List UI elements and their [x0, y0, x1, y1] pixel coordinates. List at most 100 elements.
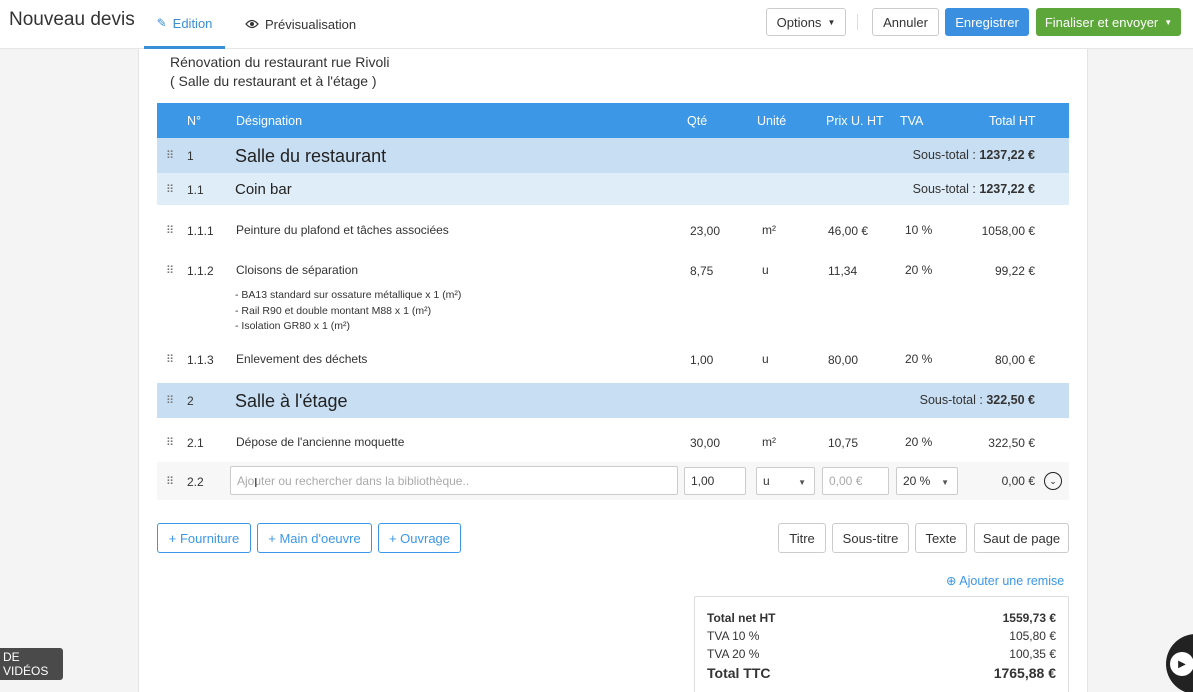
subtotal-value: 322,50 €	[986, 393, 1035, 407]
tab-edition[interactable]: ✎ Edition	[144, 0, 225, 49]
drag-handle-icon[interactable]: ⠿	[166, 353, 174, 366]
subtotal-label: Sous-total :	[919, 393, 983, 407]
item-tva: 20 %	[905, 263, 933, 277]
subtotal-label: Sous-total :	[912, 182, 976, 196]
total-ttc-label: Total TTC	[707, 665, 771, 681]
add-discount-label: Ajouter une remise	[959, 574, 1065, 588]
unit-select[interactable]: u ▼	[756, 467, 815, 495]
item-total: 99,22 €	[994, 264, 1035, 278]
item-designation: Dépose de l'ancienne moquette	[236, 435, 405, 449]
item-num: 1.1.1	[187, 224, 214, 238]
item-detail-line: - BA13 standard sur ossature métallique …	[235, 289, 462, 301]
table-row[interactable]: ⠿ 1.1.2 Cloisons de séparation 8,75 u 11…	[157, 255, 1069, 335]
save-button[interactable]: Enregistrer	[945, 8, 1029, 36]
drag-handle-icon[interactable]: ⠿	[166, 183, 174, 196]
item-designation: Enlevement des déchets	[236, 352, 368, 366]
item-unit: u	[762, 263, 769, 277]
item-qty: 1,00	[690, 353, 714, 367]
section-title: Salle à l'étage	[235, 391, 348, 411]
table-row[interactable]: ⠿ 1.1.1 Peinture du plafond et tâches as…	[157, 215, 1069, 245]
tab-preview[interactable]: Prévisualisation	[245, 0, 356, 49]
page-break-button[interactable]: Saut de page	[974, 523, 1069, 553]
text-cursor-icon: I	[254, 475, 258, 490]
table-header: N° Désignation Qté Unité Prix U. HT TVA …	[157, 103, 1069, 138]
item-tva: 20 %	[905, 352, 933, 366]
section-num: 1	[187, 149, 194, 163]
subsection-subtotal: Sous-total : 1237,22 €	[913, 182, 1035, 196]
add-text-button[interactable]: Texte	[915, 523, 967, 553]
col-tva: TVA	[900, 114, 924, 128]
subtotal-value: 1237,22 €	[979, 182, 1035, 196]
project-subtitle: ( Salle du restaurant et à l'étage )	[170, 73, 377, 89]
subsection-row[interactable]: ⠿ 1.1 Coin bar Sous-total : 1237,22 €	[157, 173, 1069, 205]
drag-handle-icon[interactable]: ⠿	[166, 149, 174, 162]
play-icon: ▶	[1170, 652, 1193, 676]
page-title: Nouveau devis	[9, 9, 135, 30]
add-title-button[interactable]: Titre	[778, 523, 826, 553]
item-qty: 30,00	[690, 436, 721, 450]
drag-handle-icon[interactable]: ⠿	[166, 224, 174, 237]
section-row[interactable]: ⠿ 1 Salle du restaurant Sous-total : 123…	[157, 138, 1069, 173]
toolbar-divider	[857, 14, 858, 30]
item-qty: 23,00	[690, 224, 721, 238]
item-designation: Peinture du plafond et tâches associées	[236, 223, 449, 237]
col-designation: Désignation	[236, 114, 303, 128]
add-work-button[interactable]: + Ouvrage	[378, 523, 461, 553]
item-price: 80,00	[828, 353, 859, 367]
total-net-ht-value: 1559,73 €	[1002, 611, 1056, 625]
table-row[interactable]: ⠿ 2.1 Dépose de l'ancienne moquette 30,0…	[157, 427, 1069, 457]
item-total: 0,00 €	[1001, 474, 1035, 488]
chevron-down-circle-icon[interactable]: ⌄	[1044, 472, 1062, 490]
price-input[interactable]: 0,00 €	[822, 467, 889, 495]
tva-select[interactable]: 20 % ▼	[896, 467, 958, 495]
item-total: 322,50 €	[988, 436, 1035, 450]
item-num: 2.2	[187, 475, 204, 489]
item-detail-line: - Isolation GR80 x 1 (m²)	[235, 320, 350, 332]
section-subtotal: Sous-total : 1237,22 €	[913, 148, 1035, 162]
add-labor-button[interactable]: + Main d'oeuvre	[257, 523, 372, 553]
add-supply-button[interactable]: + Fourniture	[157, 523, 251, 553]
item-price: 46,00 €	[828, 224, 869, 238]
table-row[interactable]: ⠿ 1.1.3 Enlevement des déchets 1,00 u 80…	[157, 344, 1069, 374]
add-discount-link[interactable]: ⊕ Ajouter une remise	[946, 573, 1064, 588]
tva10-label: TVA 10 %	[707, 629, 760, 643]
total-net-ht-label: Total net HT	[707, 611, 776, 625]
subtotal-value: 1237,22 €	[979, 148, 1035, 162]
tab-preview-label: Prévisualisation	[265, 17, 357, 32]
drag-handle-icon[interactable]: ⠿	[166, 264, 174, 277]
video-play-button[interactable]: ▶	[1166, 634, 1193, 692]
designation-search-input[interactable]: Ajouter ou rechercher dans la bibliothèq…	[230, 466, 678, 495]
drag-handle-icon[interactable]: ⠿	[166, 475, 174, 488]
section-title: Salle du restaurant	[235, 146, 387, 166]
item-tva: 20 %	[905, 435, 933, 449]
pencil-icon: ✎	[156, 16, 167, 30]
drag-handle-icon[interactable]: ⠿	[166, 436, 174, 449]
plus-circle-icon: ⊕	[946, 574, 957, 588]
section-num: 2	[187, 394, 194, 408]
add-subtitle-button[interactable]: Sous-titre	[832, 523, 909, 553]
item-designation: Cloisons de séparation	[236, 263, 359, 277]
item-num: 1.1.3	[187, 353, 214, 367]
top-bar: Nouveau devis ✎ Edition Prévisualisation…	[0, 0, 1193, 49]
drag-handle-icon[interactable]: ⠿	[166, 394, 174, 407]
section-row[interactable]: ⠿ 2 Salle à l'étage Sous-total : 322,50 …	[157, 383, 1069, 418]
video-tutorial-badge[interactable]: DE VIDÉOS	[0, 648, 63, 680]
caret-down-icon: ▼	[798, 478, 806, 487]
item-details: - BA13 standard sur ossature métallique …	[235, 288, 461, 335]
tva20-value: 100,35 €	[1009, 647, 1056, 661]
item-price: 11,34	[828, 264, 858, 278]
item-detail-line: - Rail R90 et double montant M88 x 1 (m²…	[235, 304, 432, 317]
cancel-button[interactable]: Annuler	[872, 8, 939, 36]
qty-input[interactable]: 1,00	[684, 467, 746, 495]
totals-box: Total net HT 1559,73 € TVA 10 % 105,80 €…	[694, 596, 1069, 692]
item-unit: u	[762, 352, 769, 366]
options-button[interactable]: Options ▼	[766, 8, 846, 36]
finalize-send-button[interactable]: Finaliser et envoyer ▼	[1036, 8, 1181, 36]
section-subtotal: Sous-total : 322,50 €	[920, 393, 1035, 407]
project-title: Rénovation du restaurant rue Rivoli	[170, 54, 390, 70]
col-price: Prix U. HT	[826, 114, 884, 128]
item-tva: 10 %	[905, 223, 933, 237]
unit-value: u	[763, 474, 770, 488]
total-ttc-value: 1765,88 €	[993, 665, 1056, 681]
subsection-num: 1.1	[187, 183, 204, 197]
